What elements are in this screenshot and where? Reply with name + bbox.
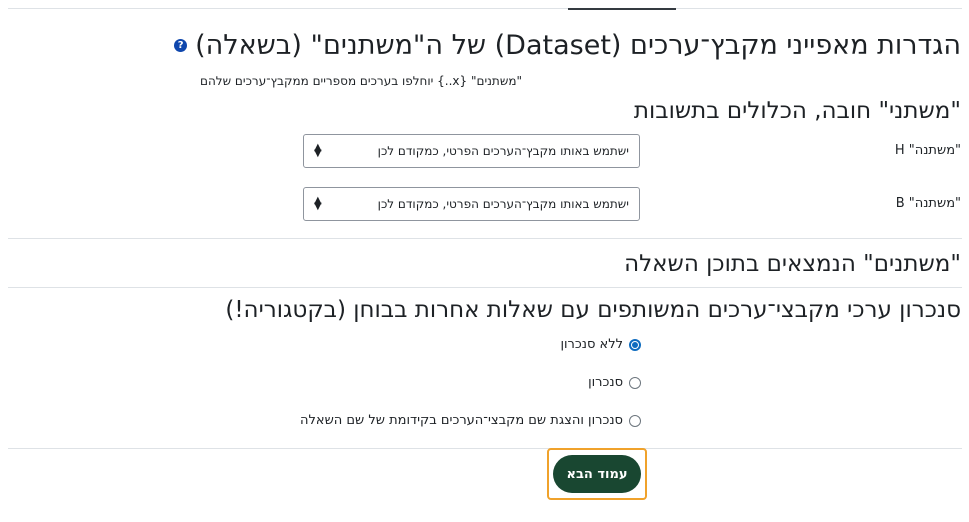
- dataset-select-b[interactable]: ישתמש באותו מקבץ־הערכים הפרטי, כמקודם לכ…: [303, 187, 640, 221]
- variable-label-h: "משתנה" H: [894, 143, 961, 158]
- radio-no-sync[interactable]: ללא סנכרון: [560, 337, 641, 352]
- next-page-button[interactable]: עמוד הבא: [553, 455, 641, 493]
- section-divider: [8, 287, 962, 288]
- select-value: ישתמש באותו מקבץ־הערכים הפרטי, כמקודם לכ…: [377, 197, 629, 211]
- select-value: ישתמש באותו מקבץ־הערכים הפרטי, כמקודם לכ…: [377, 144, 629, 158]
- radio-button[interactable]: [629, 338, 641, 351]
- sort-arrows-icon: ▲ ▼: [314, 142, 322, 159]
- page: הגדרות מאפייני מקבץ־ערכים (Dataset) של ה…: [0, 0, 969, 522]
- radio-sync-with-prefix[interactable]: סנכרון והצגת שם מקבצי־הערכים בקידומת של …: [300, 413, 641, 428]
- active-tab-indicator: [568, 8, 676, 10]
- required-section-heading: "משתני" חובה, הכלולים בתשובות: [633, 98, 961, 124]
- top-divider: [8, 8, 962, 9]
- help-icon[interactable]: ?: [174, 39, 188, 52]
- sync-section-heading: סנכרון ערכי מקבצי־ערכים המשותפים עם שאלו…: [225, 297, 961, 323]
- page-title-text: הגדרות מאפייני מקבץ־ערכים (Dataset) של ה…: [195, 30, 961, 61]
- radio-sync[interactable]: סנכרון: [588, 375, 641, 390]
- radio-label: ללא סנכרון: [560, 337, 623, 352]
- radio-button[interactable]: [629, 414, 641, 427]
- variable-label-b: "משתנה" B: [895, 196, 961, 211]
- dataset-select-h[interactable]: ישתמש באותו מקבץ־הערכים הפרטי, כמקודם לכ…: [303, 134, 640, 168]
- radio-label: סנכרון והצגת שם מקבצי־הערכים בקידומת של …: [300, 413, 623, 428]
- section-divider: [8, 448, 962, 449]
- page-title: הגדרות מאפייני מקבץ־ערכים (Dataset) של ה…: [174, 30, 961, 61]
- content-section-heading: "משתנים" הנמצאים בתוכן השאלה: [624, 251, 961, 277]
- radio-label: סנכרון: [588, 375, 623, 390]
- radio-button[interactable]: [629, 376, 641, 389]
- sort-arrows-icon: ▲ ▼: [314, 195, 322, 212]
- description: "משתנים" {x..} יוחלפו בערכים מספריים ממק…: [199, 74, 522, 88]
- section-divider: [8, 238, 962, 239]
